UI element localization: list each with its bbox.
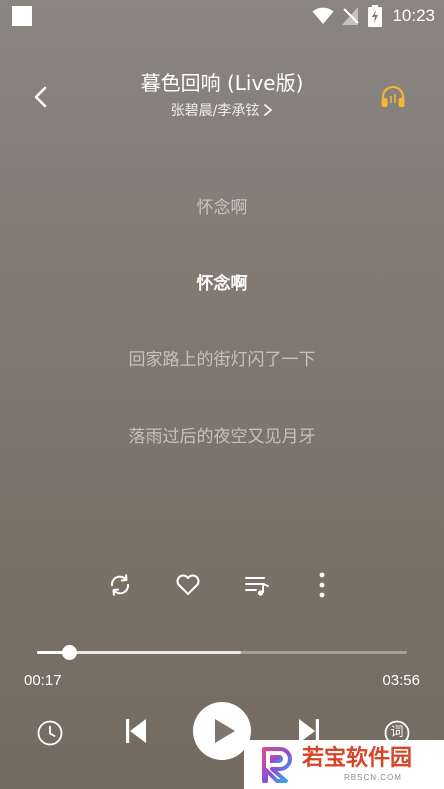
chevron-left-icon[interactable] [28,84,54,110]
battery-charging-icon [368,5,382,27]
song-title: 暮色回响 (Live版) [140,71,304,95]
lyric-line[interactable]: 落雨过后的夜空又见月牙 [0,425,444,449]
chevron-right-icon [264,104,273,116]
watermark-text: 若宝软件园 [302,746,413,771]
progress-thumb[interactable] [62,645,77,660]
sleep-timer-icon[interactable] [36,719,64,747]
notification-square-icon [12,6,32,26]
watermark-logo-icon [262,747,292,783]
playlist-icon[interactable] [243,571,271,599]
wifi-icon [312,7,334,24]
play-icon [215,719,235,743]
lyric-line-current[interactable]: 怀念啊 [0,272,444,296]
status-bar: 10:23 [0,0,444,32]
watermark-subtext: RBSCN.COM [344,773,402,782]
previous-icon[interactable] [124,716,148,746]
headphone-icon[interactable] [380,85,406,109]
play-button[interactable] [193,702,251,760]
total-time: 03:56 [382,672,420,689]
watermark: 若宝软件园 RBSCN.COM [244,740,444,789]
elapsed-time: 00:17 [24,672,62,689]
artist-link[interactable]: 张碧晨/李承铉 [70,100,374,122]
lyric-line[interactable]: 回家路上的街灯闪了一下 [0,348,444,372]
no-signal-icon [342,7,359,25]
heart-icon[interactable] [174,571,202,599]
repeat-icon[interactable] [106,571,134,599]
artist-name: 张碧晨/李承铉 [170,103,260,119]
status-time: 10:23 [392,6,435,25]
more-vertical-icon[interactable] [308,571,336,599]
lyric-line[interactable]: 怀念啊 [0,196,444,220]
